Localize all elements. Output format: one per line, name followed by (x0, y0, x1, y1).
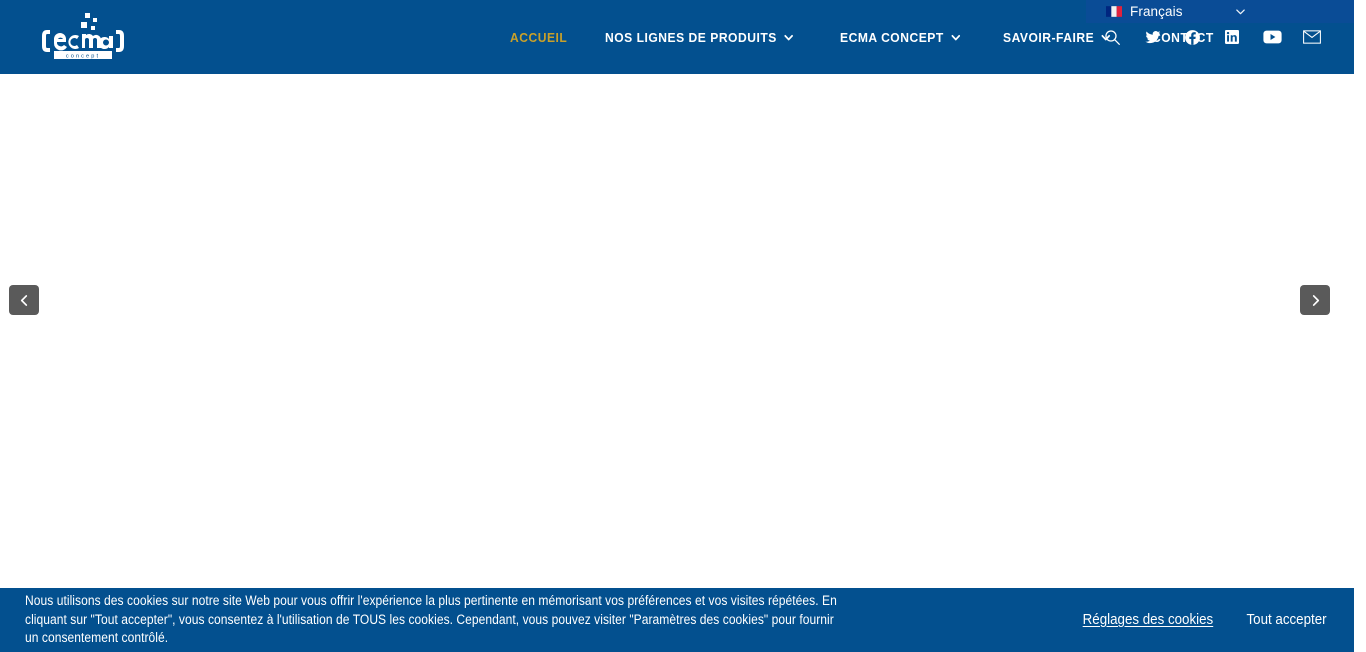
cookie-settings-button[interactable]: Réglages des cookies (1083, 612, 1214, 628)
cookie-consent-message: Nous utilisons des cookies sur notre sit… (25, 593, 837, 646)
ecma-concept-logo[interactable]: concept (37, 12, 129, 62)
cookie-consent-banner: Nous utilisons des cookies sur notre sit… (0, 588, 1354, 652)
ecma-concept-logo-svg: concept (42, 13, 124, 60)
flag-france-icon (1106, 6, 1122, 17)
cookie-accept-all-button[interactable]: Tout accepter (1246, 612, 1326, 628)
chevron-right-icon (1312, 294, 1319, 306)
browser-viewport: concept ACCUEIL NOS LIGNES DE PRODUITS E… (0, 0, 1354, 652)
email-icon-svg (1303, 30, 1321, 44)
nav-item-label: ACCUEIL (510, 29, 568, 45)
slider-next-button[interactable] (1300, 285, 1330, 315)
svg-text:concept: concept (66, 54, 100, 60)
nav-item-accueil[interactable]: ACCUEIL (510, 0, 567, 74)
chevron-down-icon (951, 34, 961, 40)
language-selector-label: Français (1130, 3, 1183, 19)
twitter-icon-svg (1144, 30, 1160, 43)
chevron-down-icon (1235, 9, 1245, 15)
page-root: concept ACCUEIL NOS LIGNES DE PRODUITS E… (0, 0, 1366, 652)
nav-item-ecma-concept[interactable]: ECMA CONCEPT (840, 0, 961, 74)
facebook-icon-svg (1184, 29, 1200, 45)
nav-item-label: SAVOIR-FAIRE (1002, 29, 1095, 45)
cookie-consent-actions: Réglages des cookies Tout accepter (1077, 612, 1330, 628)
chevron-left-icon (20, 294, 27, 306)
nav-item-label: ECMA CONCEPT (840, 29, 945, 45)
scrollbar-gutter[interactable] (1354, 0, 1366, 652)
youtube-icon-svg (1262, 30, 1282, 44)
nav-item-nos-lignes-de-produits[interactable]: NOS LIGNES DE PRODUITS (605, 0, 794, 74)
search-icon-svg (1104, 29, 1120, 45)
linkedin-icon-svg (1225, 30, 1239, 44)
slider-prev-button[interactable] (9, 285, 39, 315)
nav-item-label: NOS LIGNES DE PRODUITS (604, 29, 777, 45)
language-selector[interactable]: Français (1086, 0, 1354, 23)
hero-slider (0, 74, 1354, 588)
chevron-down-icon (783, 34, 793, 40)
